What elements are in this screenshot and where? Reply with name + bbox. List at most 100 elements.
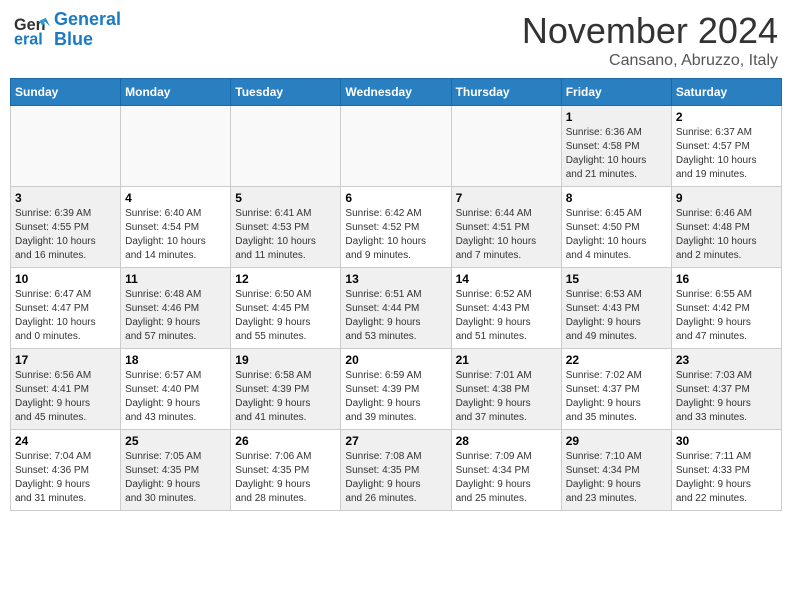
calendar-cell: 18 Sunrise: 6:57 AM Sunset: 4:40 PM Dayli… xyxy=(121,349,231,430)
day-info: Sunrise: 7:05 AM Sunset: 4:35 PM Dayligh… xyxy=(125,450,226,506)
day-number: 27 xyxy=(345,434,446,448)
day-number: 29 xyxy=(566,434,667,448)
day-info: Sunrise: 6:42 AM Sunset: 4:52 PM Dayligh… xyxy=(345,207,446,263)
calendar-cell: 4 Sunrise: 6:40 AM Sunset: 4:54 PM Daylig… xyxy=(121,187,231,268)
day-number: 24 xyxy=(15,434,116,448)
calendar-cell xyxy=(341,106,451,187)
week-row-4: 17Sunrise: 6:56 AM Sunset: 4:41 PM Dayli… xyxy=(11,349,782,430)
day-info: Sunrise: 6:57 AM Sunset: 4:40 PM Dayligh… xyxy=(125,369,226,425)
calendar-cell: 1Sunrise: 6:36 AM Sunset: 4:58 PM Daylig… xyxy=(561,106,671,187)
day-info: Sunrise: 6:39 AM Sunset: 4:55 PM Dayligh… xyxy=(15,207,116,263)
day-number: 1 xyxy=(566,110,667,124)
day-number: 8 xyxy=(566,191,667,205)
calendar-cell: 22 Sunrise: 7:02 AM Sunset: 4:37 PM Dayli… xyxy=(561,349,671,430)
day-number: 28 xyxy=(456,434,557,448)
day-info: Sunrise: 7:10 AM Sunset: 4:34 PM Dayligh… xyxy=(566,450,667,506)
day-number: 3 xyxy=(15,191,116,205)
calendar-table: SundayMondayTuesdayWednesdayThursdayFrid… xyxy=(10,78,782,511)
day-info: Sunrise: 7:04 AM Sunset: 4:36 PM Dayligh… xyxy=(15,450,116,506)
svg-text:eral: eral xyxy=(14,30,43,48)
weekday-header-thursday: Thursday xyxy=(451,79,561,106)
calendar-cell: 30Sunrise: 7:11 AM Sunset: 4:33 PM Dayli… xyxy=(671,430,781,511)
page-header: Gen eral General Blue November 2024 Cans… xyxy=(10,10,782,70)
day-number: 4 xyxy=(125,191,226,205)
weekday-header-monday: Monday xyxy=(121,79,231,106)
day-info: Sunrise: 6:37 AM Sunset: 4:57 PM Dayligh… xyxy=(676,126,777,182)
day-number: 20 xyxy=(345,353,446,367)
day-number: 25 xyxy=(125,434,226,448)
day-info: Sunrise: 6:59 AM Sunset: 4:39 PM Dayligh… xyxy=(345,369,446,425)
day-info: Sunrise: 6:44 AM Sunset: 4:51 PM Dayligh… xyxy=(456,207,557,263)
location: Cansano, Abruzzo, Italy xyxy=(522,52,778,70)
calendar-cell: 20 Sunrise: 6:59 AM Sunset: 4:39 PM Dayli… xyxy=(341,349,451,430)
day-info: Sunrise: 6:50 AM Sunset: 4:45 PM Dayligh… xyxy=(235,288,336,344)
day-info: Sunrise: 6:55 AM Sunset: 4:42 PM Dayligh… xyxy=(676,288,777,344)
day-info: Sunrise: 6:56 AM Sunset: 4:41 PM Dayligh… xyxy=(15,369,116,425)
day-info: Sunrise: 7:09 AM Sunset: 4:34 PM Dayligh… xyxy=(456,450,557,506)
day-number: 18 xyxy=(125,353,226,367)
logo: Gen eral General Blue xyxy=(14,10,121,50)
calendar-cell: 19 Sunrise: 6:58 AM Sunset: 4:39 PM Dayli… xyxy=(231,349,341,430)
weekday-header-friday: Friday xyxy=(561,79,671,106)
calendar-cell xyxy=(11,106,121,187)
calendar-cell xyxy=(451,106,561,187)
day-info: Sunrise: 6:45 AM Sunset: 4:50 PM Dayligh… xyxy=(566,207,667,263)
calendar-cell: 24 Sunrise: 7:04 AM Sunset: 4:36 PM Dayli… xyxy=(11,430,121,511)
day-number: 26 xyxy=(235,434,336,448)
calendar-cell: 5 Sunrise: 6:41 AM Sunset: 4:53 PM Daylig… xyxy=(231,187,341,268)
day-number: 30 xyxy=(676,434,777,448)
day-number: 2 xyxy=(676,110,777,124)
day-number: 21 xyxy=(456,353,557,367)
calendar-cell: 15Sunrise: 6:53 AM Sunset: 4:43 PM Dayli… xyxy=(561,268,671,349)
calendar-cell: 10Sunrise: 6:47 AM Sunset: 4:47 PM Dayli… xyxy=(11,268,121,349)
calendar-cell: 23 Sunrise: 7:03 AM Sunset: 4:37 PM Dayli… xyxy=(671,349,781,430)
day-number: 11 xyxy=(125,272,226,286)
day-number: 23 xyxy=(676,353,777,367)
day-number: 22 xyxy=(566,353,667,367)
day-number: 14 xyxy=(456,272,557,286)
calendar-cell: 26 Sunrise: 7:06 AM Sunset: 4:35 PM Dayli… xyxy=(231,430,341,511)
weekday-header-sunday: Sunday xyxy=(11,79,121,106)
day-info: Sunrise: 7:03 AM Sunset: 4:37 PM Dayligh… xyxy=(676,369,777,425)
title-block: November 2024 Cansano, Abruzzo, Italy xyxy=(522,10,778,70)
day-number: 16 xyxy=(676,272,777,286)
day-info: Sunrise: 6:40 AM Sunset: 4:54 PM Dayligh… xyxy=(125,207,226,263)
calendar-cell: 13Sunrise: 6:51 AM Sunset: 4:44 PM Dayli… xyxy=(341,268,451,349)
day-number: 7 xyxy=(456,191,557,205)
day-info: Sunrise: 6:51 AM Sunset: 4:44 PM Dayligh… xyxy=(345,288,446,344)
day-number: 19 xyxy=(235,353,336,367)
week-row-3: 10Sunrise: 6:47 AM Sunset: 4:47 PM Dayli… xyxy=(11,268,782,349)
day-info: Sunrise: 7:02 AM Sunset: 4:37 PM Dayligh… xyxy=(566,369,667,425)
calendar-cell: 3 Sunrise: 6:39 AM Sunset: 4:55 PM Daylig… xyxy=(11,187,121,268)
day-number: 9 xyxy=(676,191,777,205)
calendar-cell: 27 Sunrise: 7:08 AM Sunset: 4:35 PM Dayli… xyxy=(341,430,451,511)
calendar-cell: 17Sunrise: 6:56 AM Sunset: 4:41 PM Dayli… xyxy=(11,349,121,430)
weekday-header-tuesday: Tuesday xyxy=(231,79,341,106)
calendar-cell: 2 Sunrise: 6:37 AM Sunset: 4:57 PM Daylig… xyxy=(671,106,781,187)
logo-text: General Blue xyxy=(54,10,121,50)
calendar-cell: 9 Sunrise: 6:46 AM Sunset: 4:48 PM Daylig… xyxy=(671,187,781,268)
calendar-cell: 16 Sunrise: 6:55 AM Sunset: 4:42 PM Dayli… xyxy=(671,268,781,349)
calendar-cell: 8 Sunrise: 6:45 AM Sunset: 4:50 PM Daylig… xyxy=(561,187,671,268)
day-info: Sunrise: 7:01 AM Sunset: 4:38 PM Dayligh… xyxy=(456,369,557,425)
calendar-cell: 6 Sunrise: 6:42 AM Sunset: 4:52 PM Daylig… xyxy=(341,187,451,268)
calendar-cell: 14 Sunrise: 6:52 AM Sunset: 4:43 PM Dayli… xyxy=(451,268,561,349)
day-info: Sunrise: 6:52 AM Sunset: 4:43 PM Dayligh… xyxy=(456,288,557,344)
day-number: 12 xyxy=(235,272,336,286)
day-info: Sunrise: 6:58 AM Sunset: 4:39 PM Dayligh… xyxy=(235,369,336,425)
logo-line1: General xyxy=(54,9,121,29)
day-number: 15 xyxy=(566,272,667,286)
day-info: Sunrise: 7:08 AM Sunset: 4:35 PM Dayligh… xyxy=(345,450,446,506)
day-number: 5 xyxy=(235,191,336,205)
calendar-cell: 11Sunrise: 6:48 AM Sunset: 4:46 PM Dayli… xyxy=(121,268,231,349)
day-info: Sunrise: 6:46 AM Sunset: 4:48 PM Dayligh… xyxy=(676,207,777,263)
calendar-cell: 29 Sunrise: 7:10 AM Sunset: 4:34 PM Dayli… xyxy=(561,430,671,511)
calendar-cell: 7 Sunrise: 6:44 AM Sunset: 4:51 PM Daylig… xyxy=(451,187,561,268)
day-number: 6 xyxy=(345,191,446,205)
weekday-header-row: SundayMondayTuesdayWednesdayThursdayFrid… xyxy=(11,79,782,106)
week-row-2: 3 Sunrise: 6:39 AM Sunset: 4:55 PM Daylig… xyxy=(11,187,782,268)
day-info: Sunrise: 6:41 AM Sunset: 4:53 PM Dayligh… xyxy=(235,207,336,263)
calendar-cell xyxy=(121,106,231,187)
logo-icon: Gen eral xyxy=(14,12,50,48)
day-info: Sunrise: 7:06 AM Sunset: 4:35 PM Dayligh… xyxy=(235,450,336,506)
